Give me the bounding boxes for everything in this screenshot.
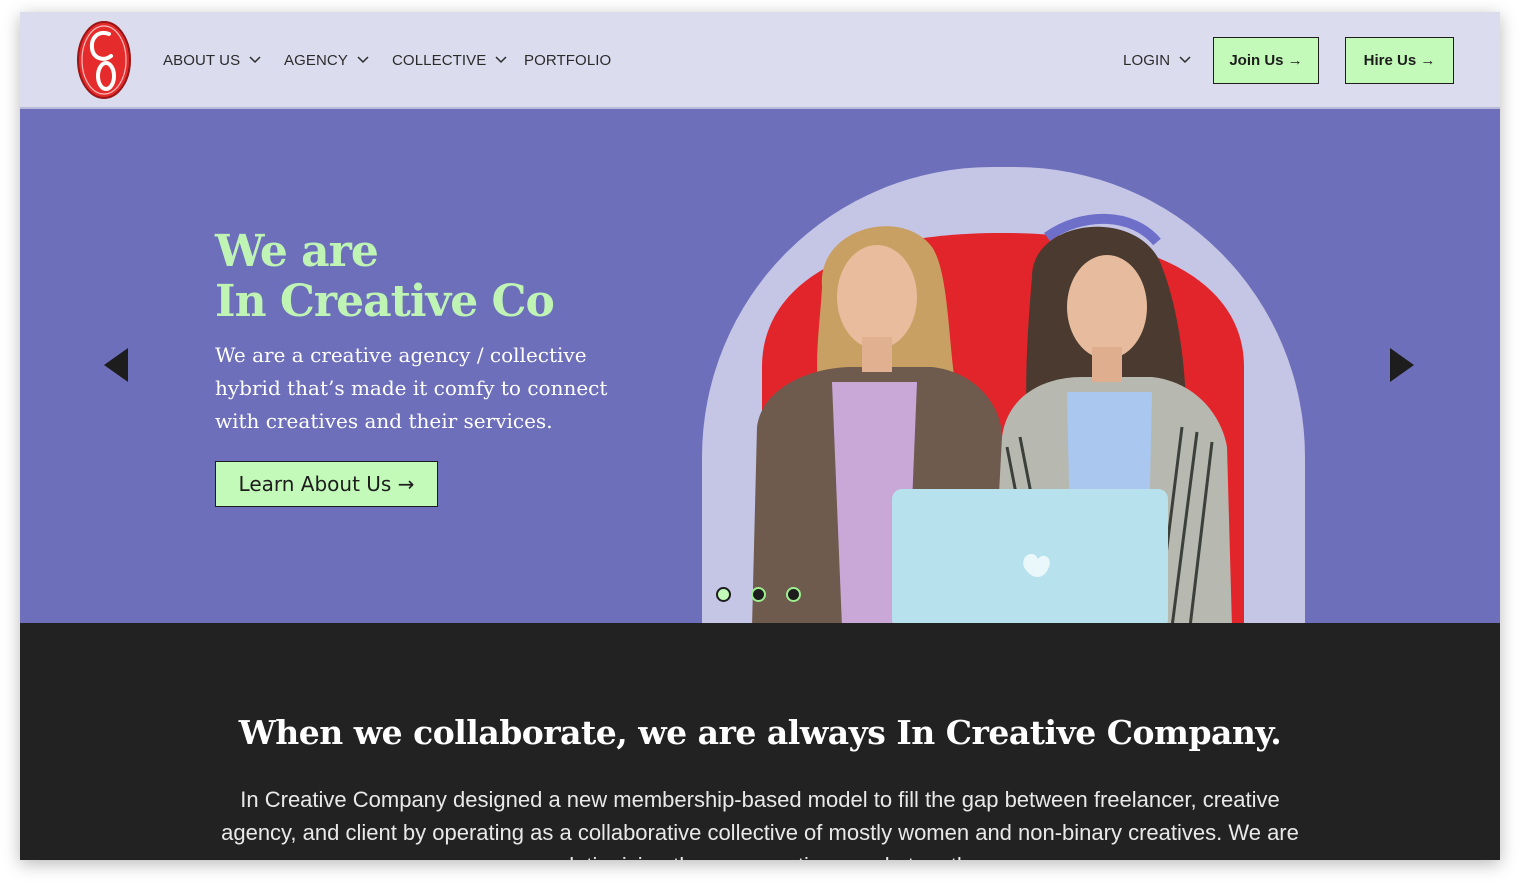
about-body: In Creative Company designed a new membe…	[221, 787, 1299, 860]
logo-icon[interactable]	[76, 20, 132, 100]
chevron-down-icon	[1179, 56, 1191, 64]
join-us-button[interactable]: Join Us →	[1213, 37, 1319, 84]
browser-frame: ABOUT US AGENCY COLLECTIVE PORTFOLIO LOG…	[20, 12, 1500, 860]
caret-right-icon[interactable]	[1388, 347, 1416, 383]
nav-collective-label: COLLECTIVE	[392, 51, 487, 69]
nav-agency[interactable]: AGENCY	[284, 49, 369, 71]
nav-about-us[interactable]: ABOUT US	[163, 49, 261, 71]
hero-image	[702, 167, 1305, 623]
about-heading: When we collaborate, we are always In Cr…	[238, 713, 1282, 752]
caret-left-icon[interactable]	[102, 347, 130, 383]
carousel-dots	[716, 587, 801, 605]
nav-agency-label: AGENCY	[284, 51, 348, 69]
nav-login-label: LOGIN	[1123, 51, 1171, 69]
chevron-down-icon	[249, 56, 261, 64]
hero-title-line-1: We are	[215, 226, 379, 277]
top-navigation: ABOUT US AGENCY COLLECTIVE PORTFOLIO LOG…	[20, 12, 1500, 109]
about-section: When we collaborate, we are always In Cr…	[20, 623, 1500, 860]
hero-description: We are a creative agency / collective hy…	[215, 343, 608, 433]
carousel-dot-3[interactable]	[786, 587, 801, 602]
nav-about-us-label: ABOUT US	[163, 51, 241, 69]
hero-title: We are In Creative Co	[215, 227, 675, 327]
nav-collective[interactable]: COLLECTIVE	[392, 49, 507, 71]
hero-title-line-2: In Creative Co	[215, 276, 555, 327]
carousel-dot-1[interactable]	[716, 587, 731, 602]
chevron-down-icon	[357, 56, 369, 64]
nav-login[interactable]: LOGIN	[1123, 49, 1191, 71]
hero-photo-illustration	[752, 213, 1244, 623]
nav-portfolio[interactable]: PORTFOLIO	[524, 49, 611, 71]
chevron-down-icon	[495, 56, 507, 64]
hero-carousel: We are In Creative Co We are a creative …	[20, 109, 1500, 623]
carousel-dot-2[interactable]	[751, 587, 766, 602]
nav-portfolio-label: PORTFOLIO	[524, 51, 612, 69]
learn-about-us-button[interactable]: Learn About Us →	[215, 461, 438, 507]
hire-us-button[interactable]: Hire Us →	[1345, 37, 1454, 84]
